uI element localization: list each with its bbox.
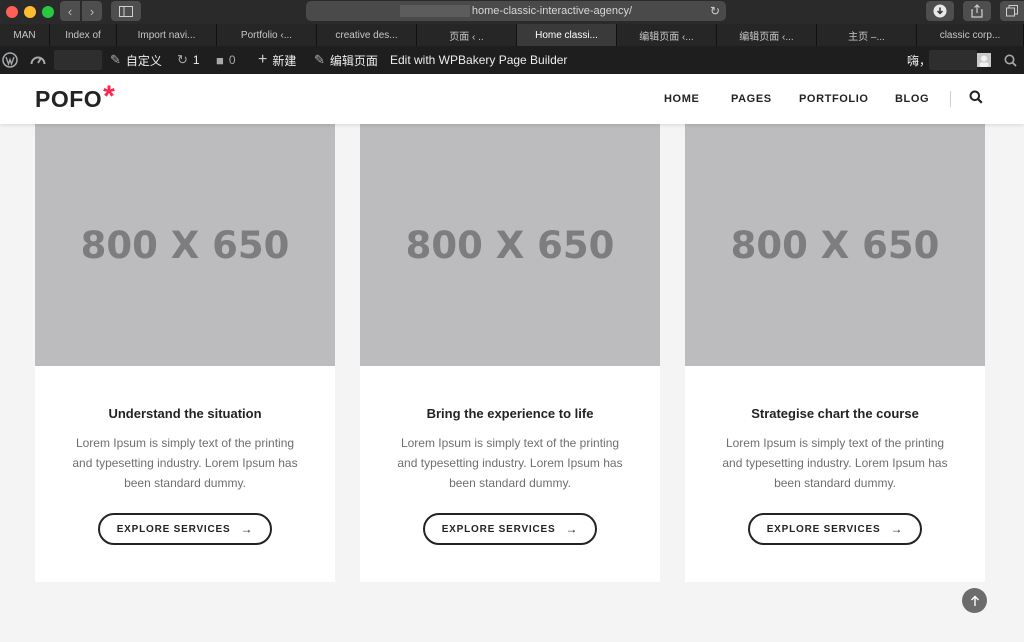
browser-tab[interactable]: Import navi... — [117, 24, 217, 46]
service-card: 800 X 650 Strategise chart the course Lo… — [685, 124, 985, 582]
site-logo[interactable]: POFO * — [35, 80, 116, 113]
pencil-icon: ✎ — [314, 52, 325, 67]
redacted-url-part — [399, 5, 470, 17]
address-bar[interactable]: home-classic-interactive-agency/ ↻ — [306, 1, 726, 21]
customize-link[interactable]: ✎ 自定义 — [110, 46, 162, 74]
dashboard-icon — [30, 56, 46, 65]
browser-tab[interactable]: 编辑页面 ‹... — [717, 24, 817, 46]
comments-link[interactable]: ■ 0 — [216, 46, 236, 74]
redacted-username — [929, 50, 977, 70]
account-menu[interactable]: 嗨， — [907, 46, 931, 74]
nav-blog[interactable]: BLOG — [895, 74, 929, 124]
nav-portfolio[interactable]: PORTFOLIO — [799, 74, 869, 124]
browser-tab[interactable]: 编辑页面 ‹... — [617, 24, 717, 46]
close-window-button[interactable] — [6, 6, 18, 18]
search-icon — [969, 90, 983, 104]
browser-titlebar: ‹ › home-classic-interactive-agency/ ↻ — [0, 0, 1024, 24]
explore-services-button[interactable]: EXPLORE SERVICES → — [748, 513, 922, 545]
service-card: 800 X 650 Bring the experience to life L… — [360, 124, 660, 582]
explore-services-button[interactable]: EXPLORE SERVICES → — [98, 513, 272, 545]
url-text: home-classic-interactive-agency/ — [471, 5, 633, 17]
wpbakery-link[interactable]: Edit with WPBakery Page Builder — [390, 46, 567, 74]
tabs-overview-button[interactable] — [1000, 1, 1024, 21]
scroll-to-top-button[interactable] — [962, 588, 987, 613]
new-content-menu[interactable]: + 新建 — [258, 46, 296, 74]
plus-icon: + — [258, 51, 268, 68]
browser-tabs: MAN Index of Import navi... Portfolio ‹.… — [0, 24, 1024, 46]
service-card: 800 X 650 Understand the situation Lorem… — [35, 124, 335, 582]
arrow-right-icon: → — [565, 522, 579, 536]
minimize-window-button[interactable] — [24, 6, 36, 18]
chevron-right-icon: › — [89, 3, 95, 19]
browser-tab-active[interactable]: Home classi... — [517, 24, 617, 46]
zoom-window-button[interactable] — [42, 6, 54, 18]
wp-logo-menu[interactable] — [2, 46, 18, 74]
nav-pages[interactable]: PAGES — [731, 74, 772, 124]
share-icon — [971, 4, 983, 18]
site-header: POFO * HOME PAGES PORTFOLIO BLOG — [0, 74, 1024, 124]
header-search-button[interactable] — [969, 90, 985, 106]
download-icon — [933, 4, 947, 18]
browser-tab[interactable]: 页面 ‹ .. — [417, 24, 517, 46]
sidebar-button[interactable] — [111, 1, 141, 21]
tabs-overview-icon — [1006, 5, 1018, 17]
wordpress-icon — [2, 52, 18, 68]
browser-tab[interactable]: classic corp... — [917, 24, 1024, 46]
redacted-site-name — [54, 50, 102, 70]
browser-tab[interactable]: 主页 –... — [817, 24, 917, 46]
share-button[interactable] — [963, 1, 991, 21]
card-title: Bring the experience to life — [426, 406, 594, 421]
card-title: Strategise chart the course — [751, 406, 919, 421]
dashboard-menu[interactable] — [30, 46, 46, 74]
card-description: Lorem Ipsum is simply text of the printi… — [722, 436, 948, 490]
logo-asterisk: * — [103, 80, 116, 113]
chevron-left-icon: ‹ — [67, 3, 73, 19]
image-placeholder: 800 X 650 — [35, 124, 335, 366]
forward-button[interactable]: › — [82, 1, 102, 21]
card-title: Understand the situation — [108, 406, 262, 421]
search-icon — [1004, 54, 1017, 67]
comment-icon: ■ — [216, 52, 224, 68]
download-button[interactable] — [926, 1, 954, 21]
updates-link[interactable]: ↻ 1 — [177, 46, 200, 74]
card-description: Lorem Ipsum is simply text of the printi… — [397, 436, 623, 490]
image-placeholder: 800 X 650 — [685, 124, 985, 366]
sidebar-icon — [119, 5, 133, 17]
updates-icon: ↻ — [177, 52, 188, 67]
back-button[interactable]: ‹ — [60, 1, 80, 21]
arrow-right-icon: → — [890, 522, 904, 536]
brush-icon: ✎ — [110, 52, 121, 67]
browser-tab[interactable]: Index of — [50, 24, 117, 46]
nav-divider — [950, 91, 951, 107]
avatar-icon — [977, 53, 991, 67]
wp-admin-bar: ✎ 自定义 ↻ 1 ■ 0 + 新建 ✎ 编辑页面 Edit with WPBakery … — [0, 46, 1024, 74]
nav-home[interactable]: HOME — [664, 74, 699, 124]
browser-tab[interactable]: creative des... — [317, 24, 417, 46]
admin-search-button[interactable] — [1004, 46, 1017, 74]
avatar[interactable] — [977, 46, 991, 74]
explore-services-button[interactable]: EXPLORE SERVICES → — [423, 513, 597, 545]
arrow-right-icon: → — [240, 522, 254, 536]
reload-icon[interactable]: ↻ — [710, 4, 720, 18]
browser-tab[interactable]: MAN — [0, 24, 50, 46]
card-description: Lorem Ipsum is simply text of the printi… — [72, 436, 298, 490]
edit-page-link[interactable]: ✎ 编辑页面 — [314, 46, 378, 74]
browser-tab[interactable]: Portfolio ‹... — [217, 24, 317, 46]
arrow-up-icon — [970, 595, 979, 606]
image-placeholder: 800 X 650 — [360, 124, 660, 366]
